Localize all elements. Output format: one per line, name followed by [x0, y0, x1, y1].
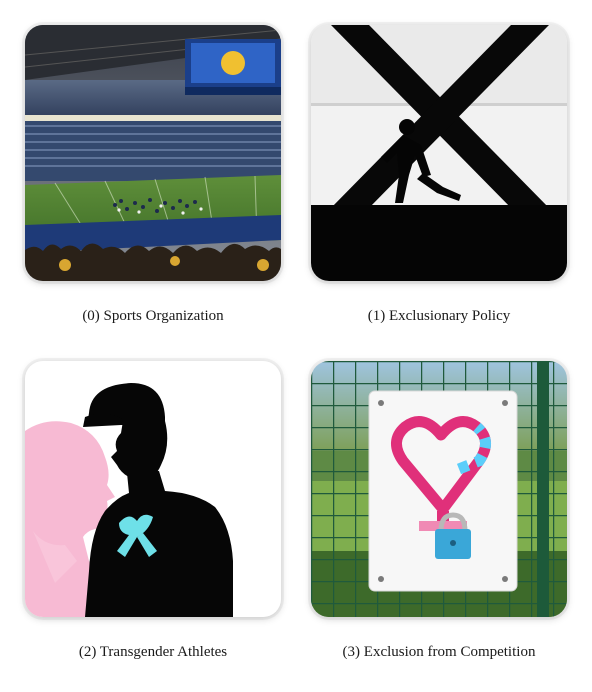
caption-exclusionary-policy: (1) Exclusionary Policy	[367, 308, 511, 324]
exclusion-x-image	[311, 25, 567, 281]
caption-exclusion-from-competition: (3) Exclusion from Competition	[342, 644, 536, 660]
image-grid: (0) Sports Organization (1) Exclusionary…	[0, 0, 592, 692]
athlete-image	[25, 361, 281, 617]
locked-heart-sign-illustration	[311, 361, 567, 617]
x-runner-illustration	[311, 25, 567, 281]
locked-sign-image	[311, 361, 567, 617]
athlete-silhouette-illustration	[25, 361, 281, 617]
caption-sports-organization: (0) Sports Organization	[82, 308, 224, 324]
stadium-illustration	[25, 25, 281, 281]
caption-transgender-athletes: (2) Transgender Athletes	[78, 644, 228, 660]
stadium-image	[25, 25, 281, 281]
